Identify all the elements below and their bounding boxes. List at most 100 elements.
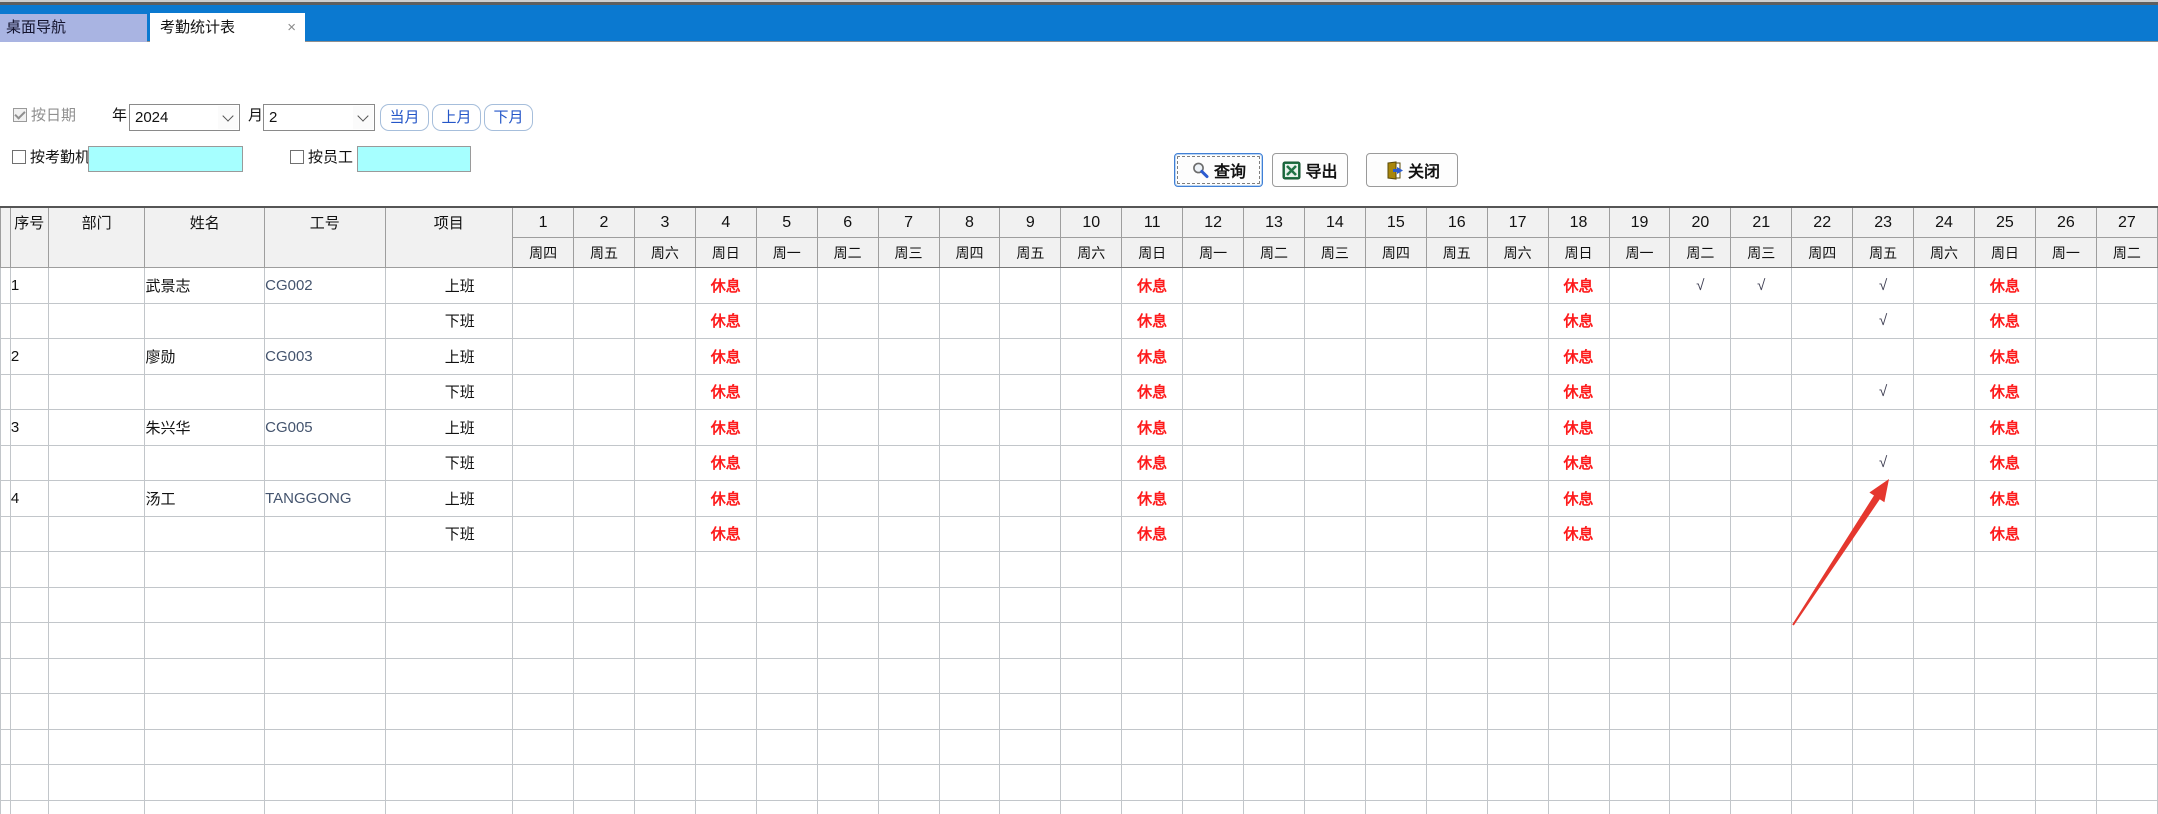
month-select[interactable]: 2	[263, 104, 375, 131]
export-button[interactable]: 导出	[1272, 153, 1348, 187]
attendance-cell	[1670, 516, 1731, 552]
attendance-cell	[1487, 374, 1548, 410]
empty-cell	[145, 765, 265, 801]
attendance-cell	[1487, 339, 1548, 375]
close-icon[interactable]: ×	[287, 13, 296, 43]
empty-row	[1, 765, 2158, 801]
next-month-button[interactable]: 下月	[484, 104, 533, 131]
attendance-cell	[1914, 374, 1975, 410]
table-row: 下班休息休息休息休息	[1, 516, 2158, 552]
empty-cell	[1792, 729, 1853, 765]
empty-cell	[1365, 694, 1426, 730]
attendance-cell	[1061, 268, 1122, 304]
empty-cell	[756, 552, 817, 588]
empty-cell	[1914, 623, 1975, 659]
empty-cell	[695, 729, 756, 765]
empty-cell	[10, 694, 48, 730]
close-button[interactable]: 关闭	[1366, 153, 1458, 187]
empty-cell	[1853, 658, 1914, 694]
attendance-cell	[817, 303, 878, 339]
code-cell	[265, 303, 385, 339]
seq-cell: 4	[10, 481, 48, 517]
chevron-down-icon[interactable]	[353, 106, 373, 129]
by-date-checkbox[interactable]	[13, 108, 27, 122]
by-employee-checkbox[interactable]	[290, 150, 304, 164]
attendance-cell	[1609, 516, 1670, 552]
attendance-cell	[1914, 410, 1975, 446]
attendance-cell	[1792, 268, 1853, 304]
weekday-header: 周二	[1244, 238, 1305, 268]
attendance-cell	[1914, 516, 1975, 552]
attendance-grid-container: 序号部门姓名工号项目123456789101112131415161718192…	[0, 206, 2158, 814]
empty-cell	[1609, 765, 1670, 801]
year-select[interactable]: 2024	[129, 104, 240, 131]
tab-desktop-nav[interactable]: 桌面导航	[0, 14, 147, 42]
prev-month-button[interactable]: 上月	[432, 104, 481, 131]
employee-input[interactable]	[357, 146, 471, 172]
attendance-cell	[1609, 339, 1670, 375]
empty-cell	[1426, 658, 1487, 694]
attendance-cell	[1061, 410, 1122, 446]
shift-cell: 下班	[385, 445, 513, 481]
shift-cell: 下班	[385, 374, 513, 410]
attendance-cell	[939, 516, 1000, 552]
empty-cell	[1670, 800, 1731, 814]
empty-cell	[1792, 800, 1853, 814]
empty-cell	[1914, 729, 1975, 765]
empty-cell	[1609, 587, 1670, 623]
attendance-cell	[1365, 516, 1426, 552]
by-employee-label: 按员工	[308, 150, 353, 166]
empty-cell	[1365, 729, 1426, 765]
empty-cell	[574, 552, 635, 588]
query-button[interactable]: 查询	[1174, 153, 1263, 187]
empty-cell	[145, 552, 265, 588]
empty-cell	[1061, 658, 1122, 694]
code-cell: TANGGONG	[265, 481, 385, 517]
by-device-checkbox[interactable]	[12, 150, 26, 164]
attendance-cell	[1000, 516, 1061, 552]
name-cell: 汤工	[145, 481, 265, 517]
empty-cell	[2035, 623, 2096, 659]
empty-cell	[10, 658, 48, 694]
attendance-cell	[756, 303, 817, 339]
empty-cell	[1974, 587, 2035, 623]
row-gutter-cell	[1, 374, 11, 410]
attendance-cell	[1670, 374, 1731, 410]
weekday-header: 周一	[1609, 238, 1670, 268]
empty-cell	[634, 587, 695, 623]
empty-cell	[695, 587, 756, 623]
row-gutter-cell	[1, 765, 11, 801]
device-input[interactable]	[88, 146, 243, 172]
empty-cell	[2035, 765, 2096, 801]
attendance-cell	[878, 516, 939, 552]
weekday-header: 周六	[1914, 238, 1975, 268]
seq-cell: 1	[10, 268, 48, 304]
empty-row	[1, 587, 2158, 623]
attendance-cell	[634, 268, 695, 304]
weekday-header: 周四	[1365, 238, 1426, 268]
attendance-cell	[1487, 303, 1548, 339]
attendance-cell: √	[1670, 268, 1731, 304]
attendance-cell: 休息	[1122, 339, 1183, 375]
attendance-cell	[1487, 481, 1548, 517]
current-month-button[interactable]: 当月	[380, 104, 429, 131]
attendance-cell	[1183, 339, 1244, 375]
empty-cell	[939, 658, 1000, 694]
day-number-header: 16	[1426, 207, 1487, 238]
empty-row	[1, 623, 2158, 659]
empty-cell	[1183, 552, 1244, 588]
empty-cell	[1792, 552, 1853, 588]
attendance-cell: 休息	[695, 268, 756, 304]
chevron-down-icon[interactable]	[218, 106, 238, 129]
attendance-cell	[939, 268, 1000, 304]
day-number-header: 19	[1609, 207, 1670, 238]
attendance-cell	[634, 445, 695, 481]
attendance-cell	[574, 268, 635, 304]
tab-attendance-report[interactable]: 考勤统计表 ×	[150, 13, 305, 43]
attendance-cell	[634, 516, 695, 552]
attendance-cell	[878, 268, 939, 304]
empty-cell	[385, 587, 513, 623]
attendance-cell	[756, 481, 817, 517]
empty-cell	[2096, 694, 2157, 730]
name-cell	[145, 374, 265, 410]
